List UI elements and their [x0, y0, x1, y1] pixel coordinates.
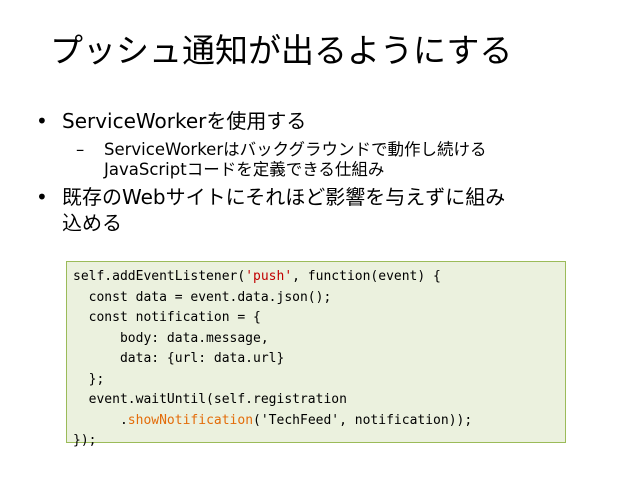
code-line-6: };	[73, 371, 105, 387]
code-text: self.addEventListener('push', function(e…	[73, 267, 565, 452]
bullet-text: ServiceWorkerを使用する	[62, 109, 307, 133]
bullet-line-1: 既存のWebサイトにそれほど影響を与えずに組み	[62, 185, 506, 209]
code-string-token: 'push'	[245, 269, 293, 284]
code-function-token: showNotification	[127, 412, 254, 428]
code-line-8: .showNotification('TechFeed', notificati…	[73, 413, 472, 428]
code-block: self.addEventListener('push', function(e…	[66, 261, 566, 448]
bullet-item: • ServiceWorkerを使用する	[36, 108, 616, 134]
sub-bullet-marker: –	[76, 140, 85, 159]
bullet-marker: •	[36, 109, 48, 133]
code-line-5: data: {url: data.url}	[73, 351, 285, 366]
code-line-3: const notification = {	[73, 310, 261, 325]
code-line-1: self.addEventListener('push', function(e…	[73, 269, 441, 284]
bullet-item: • 既存のWebサイトにそれほど影響を与えずに組み 込める	[36, 184, 616, 236]
slide-title: プッシュ通知が出るようにする	[50, 31, 513, 70]
code-token: ('TechFeed', notification));	[253, 412, 473, 428]
sub-bullet-line-2: JavaScriptコードを定義できる仕組み	[104, 160, 385, 179]
code-line-9: });	[73, 433, 97, 448]
bullet-marker: •	[36, 185, 48, 209]
sub-bullet-line-1: ServiceWorkerはバックグラウンドで動作し続ける	[104, 140, 487, 159]
code-token: , function(event) {	[292, 269, 441, 284]
code-token: self.addEventListener(	[73, 269, 246, 284]
code-line-7: event.waitUntil(self.registration	[73, 392, 347, 407]
code-token: .	[73, 412, 128, 428]
sub-bullet-item: – ServiceWorkerはバックグラウンドで動作し続ける JavaScri…	[76, 140, 616, 180]
slide: プッシュ通知が出るようにする • ServiceWorkerを使用する – Se…	[0, 0, 638, 479]
bullet-line-2: 込める	[62, 211, 122, 235]
bullet-list: • ServiceWorkerを使用する – ServiceWorkerはバック…	[36, 108, 616, 236]
code-line-4: body: data.message,	[73, 330, 269, 346]
code-line-2: const data = event.data.json();	[73, 289, 332, 305]
